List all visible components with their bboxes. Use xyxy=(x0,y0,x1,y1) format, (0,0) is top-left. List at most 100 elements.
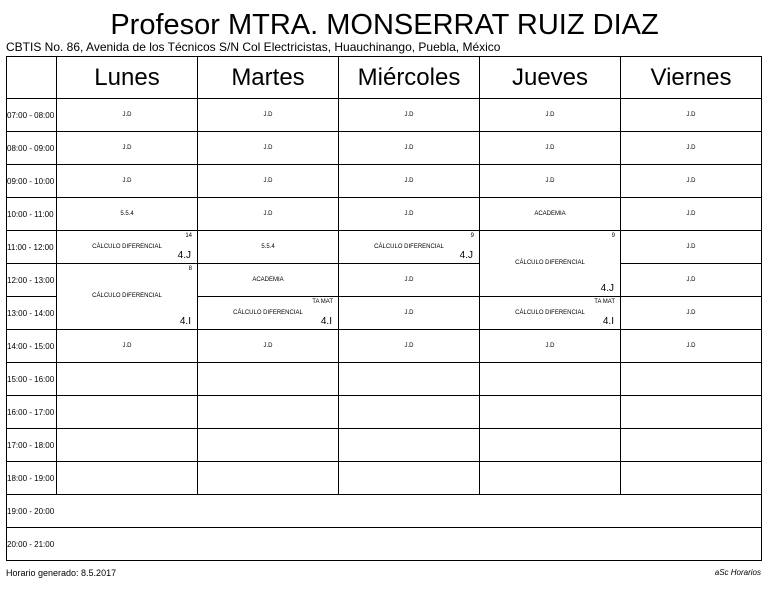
empty-cell xyxy=(479,395,621,429)
slot-cell: J.D xyxy=(197,197,339,231)
slot-cell: J.D xyxy=(338,263,480,297)
time-label: 14:00 - 15:00 xyxy=(6,329,57,363)
timetable: Lunes Martes Miércoles Jueves Viernes 07… xyxy=(6,56,762,561)
software-credit: aSc Horarios xyxy=(714,568,761,577)
time-row: 12:00 - 13:00 8 CÁLCULO DIFERENCIAL 4.I … xyxy=(6,263,762,330)
slot-cell: J.D xyxy=(620,131,762,165)
empty-cell xyxy=(338,428,480,462)
slot-cell: J.D xyxy=(620,230,762,264)
empty-cell xyxy=(56,494,762,528)
slot-cell: J.D xyxy=(56,329,198,363)
generated-date: Horario generado: 8.5.2017 xyxy=(6,568,117,578)
empty-cell xyxy=(197,395,339,429)
time-label: 18:00 - 19:00 xyxy=(6,461,57,495)
group-label: 4.I xyxy=(602,316,614,327)
slot-cell: J.D xyxy=(56,164,198,198)
time-label: 19:00 - 20:00 xyxy=(6,494,57,528)
time-row: 16:00 - 17:00 xyxy=(6,395,762,429)
time-row: 18:00 - 19:00 xyxy=(6,461,762,495)
group-label: 4.J xyxy=(459,250,473,261)
empty-cell xyxy=(620,362,762,396)
corner-cell xyxy=(6,56,57,99)
room-number: TA MAT xyxy=(312,299,333,305)
empty-cell xyxy=(56,527,762,561)
group-label: 4.I xyxy=(179,316,191,327)
room-number: 14 xyxy=(185,233,192,239)
slot-cell: 5.5.4 xyxy=(197,230,339,264)
time-row: 08:00 - 09:00 J.D J.D J.D J.D J.D xyxy=(6,131,762,165)
time-row: 09:00 - 10:00 J.D J.D J.D J.D J.D xyxy=(6,164,762,198)
slot-cell: J.D xyxy=(197,98,339,132)
subject-label: CÁLCULO DIFERENCIAL xyxy=(515,260,585,266)
school-address: CBTIS No. 86, Avenida de los Técnicos S/… xyxy=(6,40,501,54)
slot-cell: J.D xyxy=(338,197,480,231)
day-header: Viernes xyxy=(620,56,762,99)
empty-cell xyxy=(56,395,198,429)
time-row: 15:00 - 16:00 xyxy=(6,362,762,396)
empty-cell xyxy=(338,395,480,429)
time-label: 11:00 - 12:00 xyxy=(6,230,57,264)
empty-cell xyxy=(197,428,339,462)
empty-cell xyxy=(56,362,198,396)
empty-cell xyxy=(620,395,762,429)
room-number: 9 xyxy=(470,233,474,239)
slot-cell: J.D xyxy=(479,164,621,198)
slot-cell: J.D xyxy=(338,164,480,198)
time-label: 20:00 - 21:00 xyxy=(6,527,57,561)
day-header: Jueves xyxy=(479,56,621,99)
slot-cell: J.D xyxy=(338,131,480,165)
slot-cell: J.D xyxy=(338,98,480,132)
room-number: TA MAT xyxy=(594,299,615,305)
slot-cell: J.D xyxy=(479,329,621,363)
slot-cell: J.D xyxy=(197,164,339,198)
time-row: 10:00 - 11:00 5.5.4 J.D J.D ACADEMIA J.D xyxy=(6,197,762,231)
lesson-cell: TA MAT CÁLCULO DIFERENCIAL 4.I xyxy=(197,296,339,330)
subject-label: CÁLCULO DIFERENCIAL xyxy=(92,293,162,299)
slot-cell: J.D xyxy=(620,263,762,297)
lesson-cell: 9 CÁLCULO DIFERENCIAL 4.J xyxy=(338,230,480,264)
empty-cell xyxy=(56,428,198,462)
slot-cell: J.D xyxy=(620,296,762,330)
slot-cell: J.D xyxy=(479,131,621,165)
empty-cell xyxy=(338,461,480,495)
page-title: Profesor MTRA. MONSERRAT RUIZ DIAZ xyxy=(110,9,659,41)
empty-cell xyxy=(479,428,621,462)
slot-cell: J.D xyxy=(197,131,339,165)
slot-cell: J.D xyxy=(620,98,762,132)
subject-label: CÁLCULO DIFERENCIAL xyxy=(92,244,162,250)
slot-cell: J.D xyxy=(338,329,480,363)
time-label: 13:00 - 14:00 xyxy=(6,296,57,330)
empty-cell xyxy=(338,362,480,396)
slot-cell: J.D xyxy=(56,131,198,165)
time-row: 11:00 - 12:00 14 CÁLCULO DIFERENCIAL 4.J… xyxy=(6,230,762,297)
slot-cell: J.D xyxy=(197,329,339,363)
empty-cell xyxy=(620,428,762,462)
empty-cell xyxy=(197,461,339,495)
slot-cell: J.D xyxy=(338,296,480,330)
empty-cell xyxy=(197,362,339,396)
subject-label: CÁLCULO DIFERENCIAL xyxy=(374,244,444,250)
slot-cell: J.D xyxy=(620,197,762,231)
slot-cell: ACADEMIA xyxy=(197,263,339,297)
empty-cell xyxy=(479,362,621,396)
time-label: 16:00 - 17:00 xyxy=(6,395,57,429)
empty-cell xyxy=(479,461,621,495)
lesson-cell: 8 CÁLCULO DIFERENCIAL 4.I xyxy=(56,263,198,330)
subject-label: CÁLCULO DIFERENCIAL xyxy=(515,310,585,316)
day-header: Lunes xyxy=(56,56,198,99)
room-number: 8 xyxy=(188,266,192,272)
time-label: 10:00 - 11:00 xyxy=(6,197,57,231)
slot-cell: 5.5.4 xyxy=(56,197,198,231)
subject-label: CÁLCULO DIFERENCIAL xyxy=(233,310,303,316)
slot-cell: J.D xyxy=(620,164,762,198)
empty-cell xyxy=(620,461,762,495)
slot-cell: ACADEMIA xyxy=(479,197,621,231)
time-label: 12:00 - 13:00 xyxy=(6,263,57,297)
slot-cell: J.D xyxy=(620,329,762,363)
time-row: 07:00 - 08:00 J.D J.D J.D J.D J.D xyxy=(6,98,762,132)
time-label: 07:00 - 08:00 xyxy=(6,98,57,132)
empty-cell xyxy=(56,461,198,495)
time-label: 15:00 - 16:00 xyxy=(6,362,57,396)
time-row: 20:00 - 21:00 xyxy=(6,527,762,561)
time-label: 09:00 - 10:00 xyxy=(6,164,57,198)
